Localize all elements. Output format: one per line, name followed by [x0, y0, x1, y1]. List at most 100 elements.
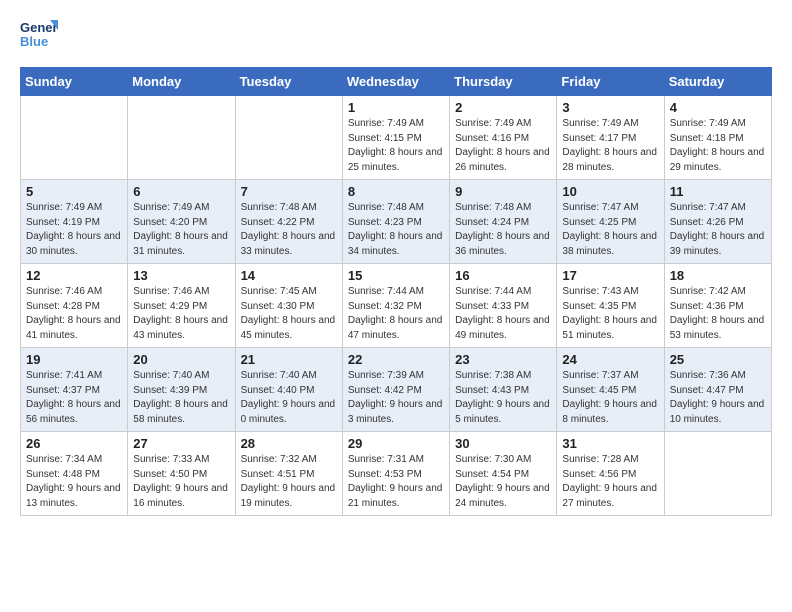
logo: General Blue: [20, 16, 62, 57]
day-cell-1: 1 Sunrise: 7:49 AM Sunset: 4:15 PM Daylig…: [342, 96, 449, 180]
day-info: Sunrise: 7:49 AM Sunset: 4:19 PM Dayligh…: [26, 201, 122, 259]
day-info: Sunrise: 7:48 AM Sunset: 4:23 PM Dayligh…: [348, 201, 444, 259]
day-number: 11: [670, 184, 766, 199]
day-cell-20: 20 Sunrise: 7:40 AM Sunset: 4:39 PM Dayli…: [128, 348, 235, 432]
calendar-table: SundayMondayTuesdayWednesdayThursdayFrid…: [20, 67, 772, 516]
svg-text:Blue: Blue: [20, 34, 48, 49]
day-cell-5: 5 Sunrise: 7:49 AM Sunset: 4:19 PM Daylig…: [21, 180, 128, 264]
day-cell-31: 31 Sunrise: 7:28 AM Sunset: 4:56 PM Dayli…: [557, 432, 664, 516]
day-cell-3: 3 Sunrise: 7:49 AM Sunset: 4:17 PM Daylig…: [557, 96, 664, 180]
day-number: 24: [562, 352, 658, 367]
day-cell-9: 9 Sunrise: 7:48 AM Sunset: 4:24 PM Daylig…: [450, 180, 557, 264]
day-info: Sunrise: 7:42 AM Sunset: 4:36 PM Dayligh…: [670, 285, 766, 343]
day-number: 1: [348, 100, 444, 115]
day-info: Sunrise: 7:48 AM Sunset: 4:22 PM Dayligh…: [241, 201, 337, 259]
day-cell-2: 2 Sunrise: 7:49 AM Sunset: 4:16 PM Daylig…: [450, 96, 557, 180]
day-number: 23: [455, 352, 551, 367]
day-cell-22: 22 Sunrise: 7:39 AM Sunset: 4:42 PM Dayli…: [342, 348, 449, 432]
day-number: 5: [26, 184, 122, 199]
day-number: 4: [670, 100, 766, 115]
day-number: 15: [348, 268, 444, 283]
day-info: Sunrise: 7:40 AM Sunset: 4:40 PM Dayligh…: [241, 369, 337, 427]
day-number: 21: [241, 352, 337, 367]
day-info: Sunrise: 7:48 AM Sunset: 4:24 PM Dayligh…: [455, 201, 551, 259]
day-number: 26: [26, 436, 122, 451]
day-cell-19: 19 Sunrise: 7:41 AM Sunset: 4:37 PM Dayli…: [21, 348, 128, 432]
weekday-monday: Monday: [128, 68, 235, 96]
empty-cell: [128, 96, 235, 180]
day-info: Sunrise: 7:49 AM Sunset: 4:16 PM Dayligh…: [455, 117, 551, 175]
logo-icon: General Blue: [20, 16, 58, 52]
day-info: Sunrise: 7:43 AM Sunset: 4:35 PM Dayligh…: [562, 285, 658, 343]
day-cell-17: 17 Sunrise: 7:43 AM Sunset: 4:35 PM Dayli…: [557, 264, 664, 348]
day-number: 7: [241, 184, 337, 199]
day-number: 17: [562, 268, 658, 283]
day-info: Sunrise: 7:49 AM Sunset: 4:17 PM Dayligh…: [562, 117, 658, 175]
day-number: 18: [670, 268, 766, 283]
day-cell-14: 14 Sunrise: 7:45 AM Sunset: 4:30 PM Dayli…: [235, 264, 342, 348]
day-info: Sunrise: 7:41 AM Sunset: 4:37 PM Dayligh…: [26, 369, 122, 427]
day-info: Sunrise: 7:39 AM Sunset: 4:42 PM Dayligh…: [348, 369, 444, 427]
day-cell-15: 15 Sunrise: 7:44 AM Sunset: 4:32 PM Dayli…: [342, 264, 449, 348]
day-cell-27: 27Sunrise: 7:33 AM Sunset: 4:50 PM Dayli…: [128, 432, 235, 516]
day-info: Sunrise: 7:46 AM Sunset: 4:29 PM Dayligh…: [133, 285, 229, 343]
day-info: Sunrise: 7:44 AM Sunset: 4:32 PM Dayligh…: [348, 285, 444, 343]
day-info: Sunrise: 7:31 AM Sunset: 4:53 PM Dayligh…: [348, 453, 444, 511]
day-cell-29: 29 Sunrise: 7:31 AM Sunset: 4:53 PM Dayli…: [342, 432, 449, 516]
week-row-3: 12Sunrise: 7:46 AM Sunset: 4:28 PM Dayli…: [21, 264, 772, 348]
day-cell-13: 13 Sunrise: 7:46 AM Sunset: 4:29 PM Dayli…: [128, 264, 235, 348]
day-cell-26: 26 Sunrise: 7:34 AM Sunset: 4:48 PM Dayli…: [21, 432, 128, 516]
day-cell-7: 7 Sunrise: 7:48 AM Sunset: 4:22 PM Daylig…: [235, 180, 342, 264]
week-row-4: 19 Sunrise: 7:41 AM Sunset: 4:37 PM Dayli…: [21, 348, 772, 432]
day-number: 29: [348, 436, 444, 451]
day-info: Sunrise: 7:37 AM Sunset: 4:45 PM Dayligh…: [562, 369, 658, 427]
day-number: 13: [133, 268, 229, 283]
day-number: 3: [562, 100, 658, 115]
day-info: Sunrise: 7:45 AM Sunset: 4:30 PM Dayligh…: [241, 285, 337, 343]
day-number: 31: [562, 436, 658, 451]
day-number: 20: [133, 352, 229, 367]
day-cell-12: 12Sunrise: 7:46 AM Sunset: 4:28 PM Dayli…: [21, 264, 128, 348]
day-info: Sunrise: 7:36 AM Sunset: 4:47 PM Dayligh…: [670, 369, 766, 427]
main-container: General Blue SundayMondayTuesdayWednesda…: [0, 0, 792, 532]
weekday-thursday: Thursday: [450, 68, 557, 96]
day-number: 14: [241, 268, 337, 283]
header-row: General Blue: [20, 16, 772, 57]
day-cell-11: 11 Sunrise: 7:47 AM Sunset: 4:26 PM Dayli…: [664, 180, 771, 264]
day-number: 25: [670, 352, 766, 367]
day-cell-28: 28Sunrise: 7:32 AM Sunset: 4:51 PM Dayli…: [235, 432, 342, 516]
day-number: 9: [455, 184, 551, 199]
day-number: 27: [133, 436, 229, 451]
weekday-sunday: Sunday: [21, 68, 128, 96]
day-info: Sunrise: 7:32 AM Sunset: 4:51 PM Dayligh…: [241, 453, 337, 511]
day-cell-23: 23Sunrise: 7:38 AM Sunset: 4:43 PM Dayli…: [450, 348, 557, 432]
day-number: 2: [455, 100, 551, 115]
weekday-header-row: SundayMondayTuesdayWednesdayThursdayFrid…: [21, 68, 772, 96]
day-number: 19: [26, 352, 122, 367]
day-cell-4: 4Sunrise: 7:49 AM Sunset: 4:18 PM Daylig…: [664, 96, 771, 180]
day-number: 30: [455, 436, 551, 451]
empty-cell: [21, 96, 128, 180]
day-number: 16: [455, 268, 551, 283]
day-info: Sunrise: 7:49 AM Sunset: 4:15 PM Dayligh…: [348, 117, 444, 175]
weekday-tuesday: Tuesday: [235, 68, 342, 96]
day-number: 22: [348, 352, 444, 367]
day-info: Sunrise: 7:47 AM Sunset: 4:26 PM Dayligh…: [670, 201, 766, 259]
day-info: Sunrise: 7:34 AM Sunset: 4:48 PM Dayligh…: [26, 453, 122, 511]
day-number: 10: [562, 184, 658, 199]
day-info: Sunrise: 7:46 AM Sunset: 4:28 PM Dayligh…: [26, 285, 122, 343]
empty-cell: [235, 96, 342, 180]
week-row-1: 1 Sunrise: 7:49 AM Sunset: 4:15 PM Daylig…: [21, 96, 772, 180]
day-info: Sunrise: 7:40 AM Sunset: 4:39 PM Dayligh…: [133, 369, 229, 427]
day-cell-25: 25 Sunrise: 7:36 AM Sunset: 4:47 PM Dayli…: [664, 348, 771, 432]
week-row-5: 26 Sunrise: 7:34 AM Sunset: 4:48 PM Dayli…: [21, 432, 772, 516]
week-row-2: 5 Sunrise: 7:49 AM Sunset: 4:19 PM Daylig…: [21, 180, 772, 264]
day-cell-30: 30Sunrise: 7:30 AM Sunset: 4:54 PM Dayli…: [450, 432, 557, 516]
day-number: 8: [348, 184, 444, 199]
day-info: Sunrise: 7:28 AM Sunset: 4:56 PM Dayligh…: [562, 453, 658, 511]
day-number: 6: [133, 184, 229, 199]
day-info: Sunrise: 7:49 AM Sunset: 4:20 PM Dayligh…: [133, 201, 229, 259]
day-cell-24: 24 Sunrise: 7:37 AM Sunset: 4:45 PM Dayli…: [557, 348, 664, 432]
day-info: Sunrise: 7:44 AM Sunset: 4:33 PM Dayligh…: [455, 285, 551, 343]
day-info: Sunrise: 7:47 AM Sunset: 4:25 PM Dayligh…: [562, 201, 658, 259]
